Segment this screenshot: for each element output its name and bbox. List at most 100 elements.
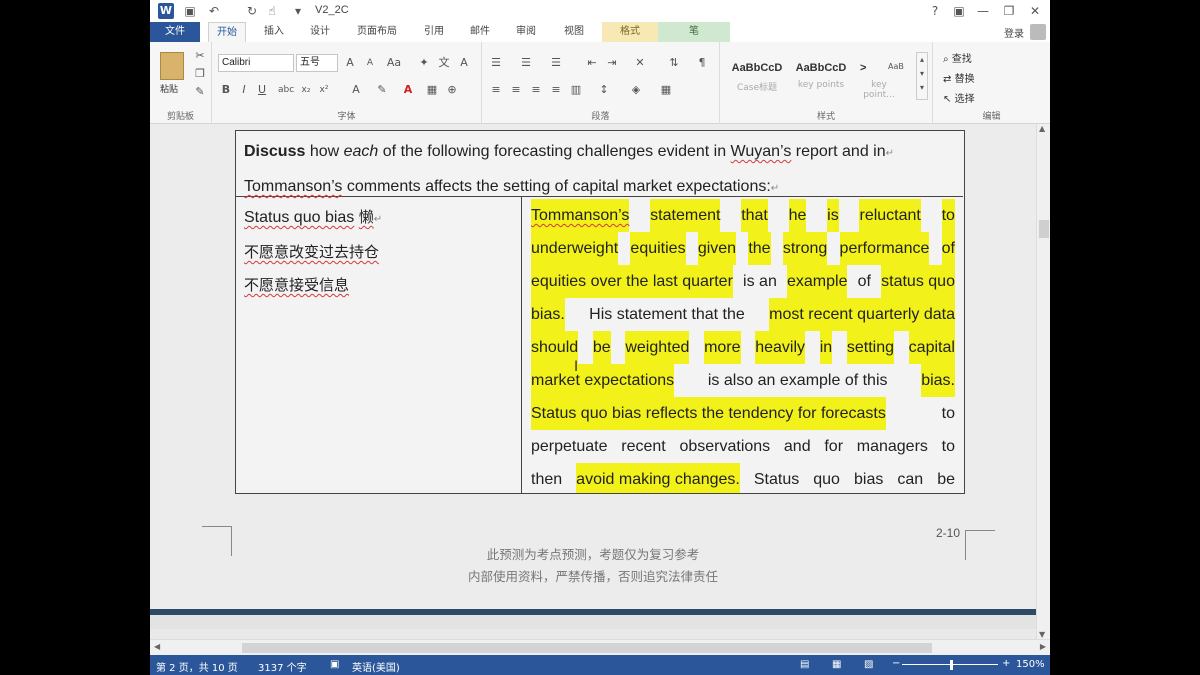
scroll-up-icon[interactable]: ▲ [1039, 124, 1045, 133]
answer-table[interactable]: Discuss how each of the following foreca… [235, 130, 965, 494]
justify-icon[interactable]: ≡ [548, 82, 564, 98]
zoom-in-icon[interactable]: + [1002, 658, 1010, 669]
tab-design[interactable]: 设计 [300, 22, 340, 42]
word-count-status[interactable]: 3137 个字 [258, 659, 307, 674]
close-button[interactable]: ✕ [1024, 2, 1046, 20]
tab-references[interactable]: 引用 [414, 22, 454, 42]
touch-mode-icon[interactable]: ☝ [264, 3, 280, 19]
style-tile-case-title[interactable]: AaBbCcD Case标题 [726, 56, 788, 98]
replace-button[interactable]: ⇄ 替换 [943, 70, 975, 85]
align-center-icon[interactable]: ≡ [508, 82, 524, 98]
right-cell[interactable]: Tommanson’s statement that he is reluctant to u… [522, 197, 963, 493]
proofing-icon[interactable]: ▣ [330, 659, 339, 670]
read-mode-icon[interactable]: ▤ [800, 659, 809, 670]
vertical-scroll-thumb[interactable] [1039, 220, 1049, 238]
question-text: how [305, 143, 344, 160]
horizontal-scrollbar[interactable]: ◀ ▶ [150, 639, 1050, 655]
decrease-indent-icon[interactable]: ⇤ [584, 55, 600, 71]
help-button[interactable]: ? [924, 2, 946, 20]
copy-icon[interactable]: ❐ [192, 66, 208, 82]
shrink-font-icon[interactable]: A [362, 55, 378, 71]
tab-home[interactable]: 开始 [208, 22, 246, 42]
find-button[interactable]: ⌕ 查找 [943, 50, 972, 65]
document-area[interactable]: Discuss how each of the following foreca… [150, 124, 1036, 629]
sort-icon[interactable]: ⇅ [666, 55, 682, 71]
grow-font-icon[interactable]: A [342, 55, 358, 71]
ribbon-display-button[interactable]: ▣ [948, 2, 970, 20]
scroll-left-icon[interactable]: ◀ [154, 642, 160, 651]
text-effects-icon[interactable]: A [348, 82, 364, 98]
font-color-icon[interactable]: A [400, 82, 416, 98]
styles-scroll[interactable]: ▴ ▾ ▾ [916, 52, 928, 100]
clear-format-icon[interactable]: ✦ [416, 55, 432, 71]
tab-pen[interactable]: 笔 [658, 22, 730, 42]
underline-icon[interactable]: U [254, 82, 270, 98]
answer-line: should be weighted more heavily in setting capi… [531, 331, 955, 364]
bullets-icon[interactable]: ☰ [488, 55, 504, 71]
scroll-right-icon[interactable]: ▶ [1040, 642, 1046, 651]
question-name: Tommanson’s [244, 178, 343, 195]
highlighted-text: bias. [531, 298, 565, 331]
undo-icon[interactable]: ↶ [206, 3, 222, 19]
change-case-icon[interactable]: Aa [386, 55, 402, 71]
minimize-button[interactable]: — [972, 2, 994, 20]
superscript-icon[interactable]: x² [316, 82, 332, 98]
zoom-slider-handle[interactable] [950, 660, 953, 670]
phonetic-icon[interactable]: 文 [436, 55, 452, 71]
sign-in-link[interactable]: 登录 [1004, 25, 1024, 40]
restore-button[interactable]: ❐ [998, 2, 1020, 20]
language-status[interactable]: 英语(美国) [352, 659, 400, 674]
align-right-icon[interactable]: ≡ [528, 82, 544, 98]
highlighted-text: equities over the last quarter [531, 265, 733, 298]
page-count-status[interactable]: 第 2 页，共 10 页 [156, 659, 238, 674]
answer-text: for [824, 438, 844, 455]
subscript-icon[interactable]: x₂ [298, 82, 314, 98]
multilevel-list-icon[interactable]: ☰ [548, 55, 564, 71]
enclose-char-icon[interactable]: ⊕ [444, 82, 460, 98]
question-cell[interactable]: Discuss how each of the following foreca… [236, 131, 963, 197]
font-name-box[interactable]: Calibri [218, 54, 294, 72]
format-painter-icon[interactable]: ✎ [192, 84, 208, 100]
asian-layout-icon[interactable]: ✕ [632, 55, 648, 71]
scroll-down-icon[interactable]: ▼ [1039, 630, 1045, 639]
bold-icon[interactable]: B [218, 82, 234, 98]
tab-format[interactable]: 格式 [602, 22, 658, 42]
paste-icon[interactable] [160, 52, 184, 80]
save-icon[interactable]: ▣ [182, 3, 198, 19]
zoom-level[interactable]: 150% [1016, 659, 1045, 670]
strikethrough-icon[interactable]: abc [278, 82, 294, 98]
customize-qat-icon[interactable]: ▾ [290, 3, 306, 19]
horizontal-scroll-thumb[interactable] [242, 643, 932, 653]
highlight-icon[interactable]: ✎ [374, 82, 390, 98]
web-layout-icon[interactable]: ▧ [864, 659, 873, 670]
redo-icon[interactable]: ↻ [244, 3, 260, 19]
shading-icon[interactable]: ◈ [628, 82, 644, 98]
left-cell[interactable]: Status quo bias 懒↵ 不愿意改变过去持仓 不愿意接受信息 [236, 197, 522, 493]
text-cursor-icon: I [574, 359, 579, 375]
vertical-scrollbar[interactable]: ▲ ▼ [1036, 124, 1050, 639]
cut-icon[interactable]: ✂ [192, 48, 208, 64]
char-border-icon[interactable]: A [456, 55, 472, 71]
italic-icon[interactable]: I [236, 82, 252, 98]
print-layout-icon[interactable]: ▦ [832, 659, 841, 670]
zoom-out-icon[interactable]: − [892, 658, 900, 669]
line-spacing-icon[interactable]: ↕ [596, 82, 612, 98]
borders-icon[interactable]: ▦ [658, 82, 674, 98]
increase-indent-icon[interactable]: ⇥ [604, 55, 620, 71]
tab-file[interactable]: 文件 [150, 22, 200, 42]
char-shading-icon[interactable]: ▦ [424, 82, 440, 98]
tab-mailings[interactable]: 邮件 [460, 22, 500, 42]
font-size-box[interactable]: 五号 [296, 54, 338, 72]
numbering-icon[interactable]: ☰ [518, 55, 534, 71]
tab-page-layout[interactable]: 页面布局 [346, 22, 408, 42]
tab-view[interactable]: 视图 [552, 22, 596, 42]
select-button[interactable]: ↖ 选择 [943, 90, 975, 105]
tab-insert[interactable]: 插入 [254, 22, 294, 42]
avatar[interactable] [1030, 24, 1046, 40]
page[interactable]: Discuss how each of the following foreca… [150, 124, 1036, 609]
distribute-icon[interactable]: ▥ [568, 82, 584, 98]
show-marks-icon[interactable]: ¶ [694, 55, 710, 71]
tab-review[interactable]: 审阅 [506, 22, 546, 42]
style-tile-key-points[interactable]: AaBbCcD key points [790, 56, 852, 98]
align-left-icon[interactable]: ≡ [488, 82, 504, 98]
